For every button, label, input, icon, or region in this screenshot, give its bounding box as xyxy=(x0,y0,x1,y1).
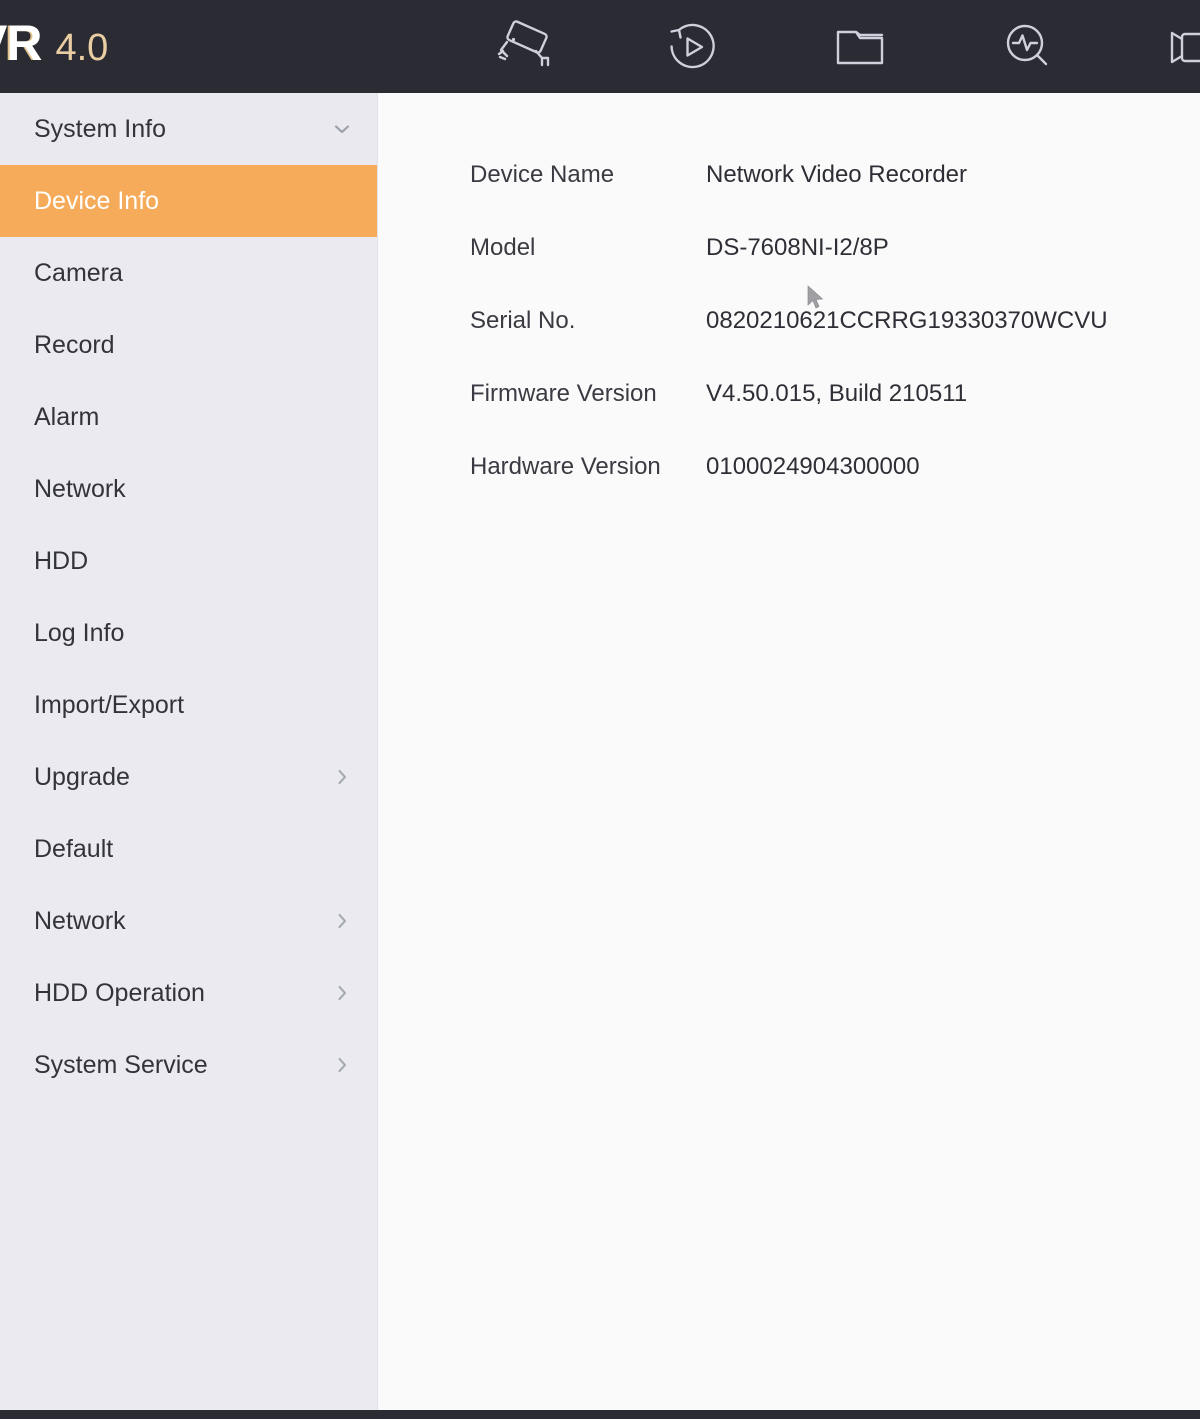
info-label: Serial No. xyxy=(470,307,576,334)
info-value: 0100024904300000 xyxy=(706,453,920,480)
logo-product-name: VR xyxy=(0,15,42,71)
top-nav-bar xyxy=(440,0,1200,93)
info-value: Network Video Recorder xyxy=(706,161,968,188)
sidebar-item-label: Camera xyxy=(34,258,123,287)
magnifier-waveform-icon xyxy=(999,18,1057,76)
sidebar-item-label: HDD xyxy=(34,546,89,575)
chevron-right-icon[interactable] xyxy=(331,982,353,1004)
nav-camcorder-button[interactable] xyxy=(1112,0,1200,93)
sidebar-item-label: System Service xyxy=(34,1050,208,1079)
nav-playback-button[interactable] xyxy=(608,0,776,93)
info-row-firmware-version: Firmware Version V4.50.015, Build 210511 xyxy=(470,380,1170,453)
sidebar-group-system-info[interactable]: System Info xyxy=(0,93,377,165)
sidebar-item-hdd[interactable]: HDD xyxy=(0,525,377,597)
sidebar-item-label: Network xyxy=(34,906,126,935)
info-label: Hardware Version xyxy=(470,453,661,480)
sidebar-item-upgrade[interactable]: Upgrade xyxy=(0,741,377,813)
info-label: Model xyxy=(470,234,536,261)
info-value: DS-7608NI-I2/8P xyxy=(706,234,889,261)
sidebar-item-label: Record xyxy=(34,330,115,359)
sidebar-item-log-info[interactable]: Log Info xyxy=(0,597,377,669)
app-logo: VR 4.0 xyxy=(0,14,108,72)
chevron-right-icon[interactable] xyxy=(331,910,353,932)
sidebar-item-label: Alarm xyxy=(34,402,100,431)
logo-version: 4.0 xyxy=(55,27,109,69)
sidebar-item-system-service[interactable]: System Service xyxy=(0,1029,377,1101)
top-header-bar: VR 4.0 xyxy=(0,0,1200,93)
info-value: 0820210621CCRRG19330370WCVU xyxy=(706,307,1108,334)
chevron-right-icon[interactable] xyxy=(331,1054,353,1076)
device-info-list: Device Name Network Video Recorder Model… xyxy=(470,161,1170,526)
info-label: Device Name xyxy=(470,161,615,188)
camcorder-icon xyxy=(1162,21,1200,73)
device-info-panel: Device Name Network Video Recorder Model… xyxy=(379,93,1200,1410)
info-row-device-name: Device Name Network Video Recorder xyxy=(470,161,1170,234)
sidebar-item-camera[interactable]: Camera xyxy=(0,237,377,309)
info-row-serial-no: Serial No. 0820210621CCRRG19330370WCVU xyxy=(470,307,1170,380)
sidebar-item-alarm[interactable]: Alarm xyxy=(0,381,377,453)
sidebar-item-default[interactable]: Default xyxy=(0,813,377,885)
folder-icon xyxy=(830,21,890,73)
sidebar-item-label: Network xyxy=(34,474,126,503)
nav-file-management-button[interactable] xyxy=(776,0,944,93)
chevron-down-icon[interactable] xyxy=(331,118,353,140)
nvr-web-interface: VR 4.0 xyxy=(0,0,1200,1419)
nav-live-view-button[interactable] xyxy=(440,0,608,93)
sidebar-item-network[interactable]: Network xyxy=(0,453,377,525)
nav-smart-search-button[interactable] xyxy=(944,0,1112,93)
security-camera-icon xyxy=(493,18,555,76)
sidebar-group-label: System Info xyxy=(34,114,166,143)
bottom-bar xyxy=(0,1410,1200,1419)
info-label: Firmware Version xyxy=(470,380,657,407)
sidebar-item-label: Log Info xyxy=(34,618,125,647)
sidebar-item-label: Upgrade xyxy=(34,762,130,791)
sidebar-item-hdd-operation[interactable]: HDD Operation xyxy=(0,957,377,1029)
sidebar-item-network-settings[interactable]: Network xyxy=(0,885,377,957)
sidebar-item-device-info[interactable]: Device Info xyxy=(0,165,377,237)
sidebar-item-label: Import/Export xyxy=(34,690,185,719)
chevron-right-icon[interactable] xyxy=(331,766,353,788)
info-row-model: Model DS-7608NI-I2/8P xyxy=(470,234,1170,307)
info-row-hardware-version: Hardware Version 0100024904300000 xyxy=(470,453,1170,526)
sidebar-item-record[interactable]: Record xyxy=(0,309,377,381)
sidebar-item-import-export[interactable]: Import/Export xyxy=(0,669,377,741)
playback-replay-icon xyxy=(663,18,721,76)
sidebar-item-label: HDD Operation xyxy=(34,978,205,1007)
info-value: V4.50.015, Build 210511 xyxy=(706,380,968,407)
sidebar-navigation: System Info Device Info Camera Record Al… xyxy=(0,93,378,1410)
sidebar-item-label: Default xyxy=(34,834,114,863)
sidebar-item-label: Device Info xyxy=(34,186,160,215)
